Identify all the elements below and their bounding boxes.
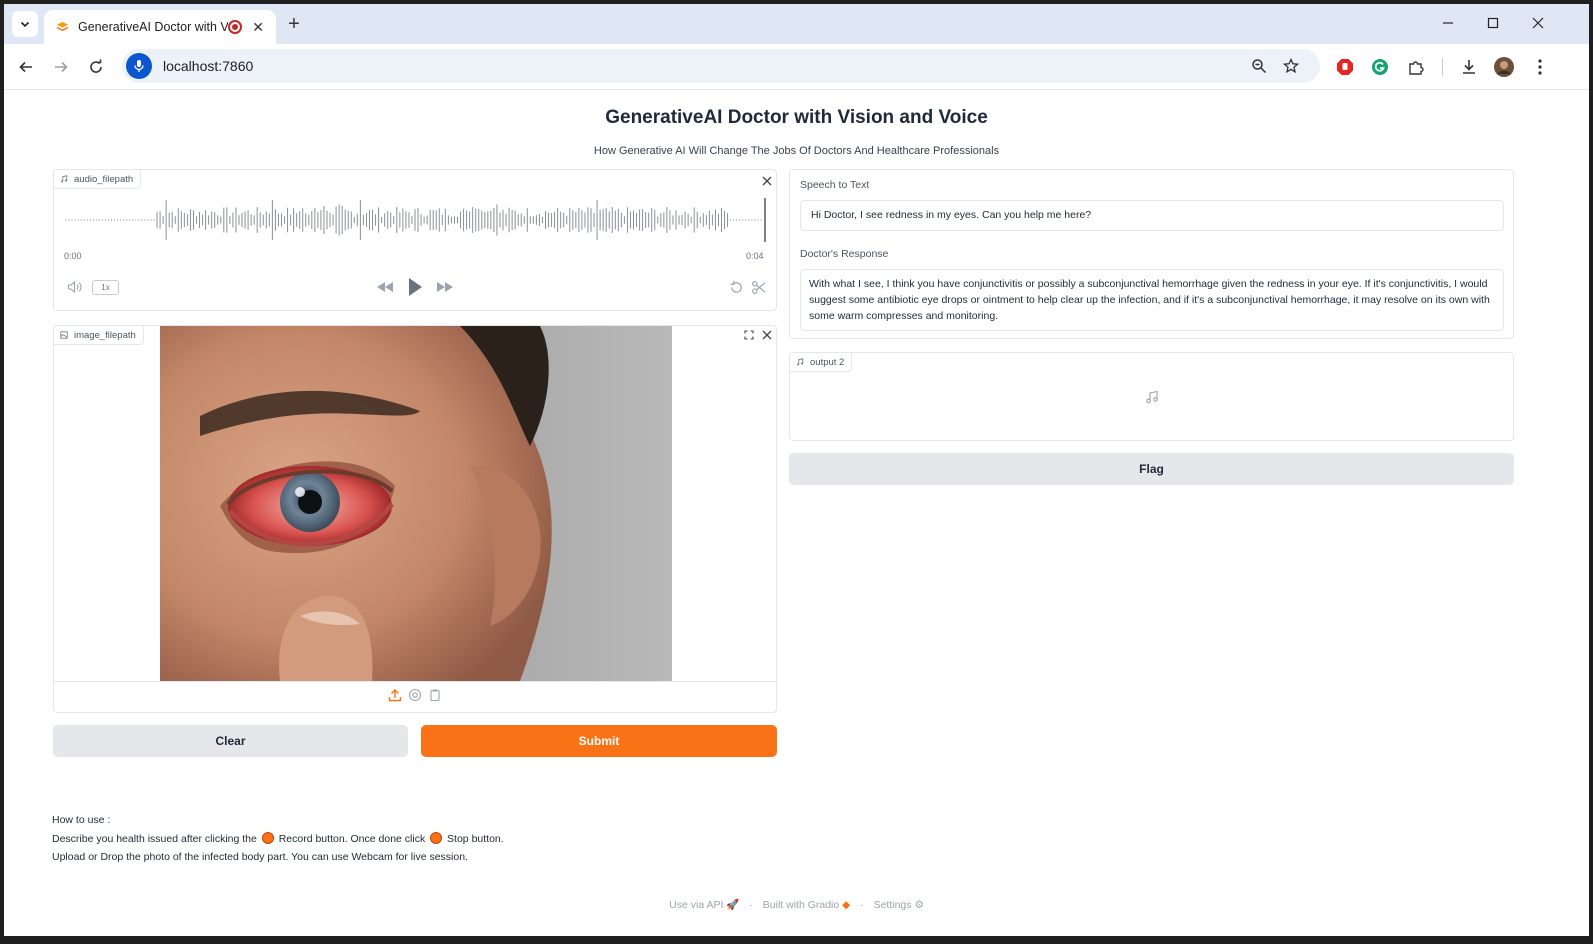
rewind-button[interactable] xyxy=(374,278,396,296)
zoom-icon[interactable] xyxy=(1250,57,1268,75)
how-to-line-1: Describe you health issued after clickin… xyxy=(52,831,504,845)
reload-button[interactable] xyxy=(82,53,110,81)
flag-button[interactable]: Flag xyxy=(789,453,1514,485)
uploaded-eye-photo xyxy=(160,326,672,681)
close-window-button[interactable] xyxy=(1516,10,1560,36)
how-to-heading: How to use : xyxy=(52,814,111,826)
audio-input-block: audio_filepath 0:00 0:04 1x xyxy=(53,169,777,311)
url-text[interactable]: localhost:7860 xyxy=(163,58,253,74)
close-icon xyxy=(762,330,772,340)
arrow-right-icon xyxy=(55,61,68,73)
music-note-icon xyxy=(61,175,68,183)
audio-time-end: 0:04 xyxy=(746,251,764,261)
image-input-block: image_filepath xyxy=(53,325,777,713)
footer-separator: · xyxy=(860,899,864,911)
toolbar-divider xyxy=(1442,58,1443,76)
clipboard-icon[interactable] xyxy=(428,688,442,707)
browser-window: GenerativeAI Doctor with Vi ✕ + localhos… xyxy=(4,4,1589,936)
page-subtitle: How Generative AI Will Change The Jobs O… xyxy=(593,145,1000,157)
trim-audio-button[interactable] xyxy=(749,278,767,296)
back-button[interactable] xyxy=(12,53,40,81)
downloads-icon[interactable] xyxy=(1458,56,1480,78)
image-clear-button[interactable] xyxy=(759,327,775,343)
microphone-icon[interactable] xyxy=(126,53,152,79)
minimize-button[interactable] xyxy=(1426,10,1470,36)
tab-search-button[interactable] xyxy=(12,11,38,37)
settings-link[interactable]: Settings xyxy=(874,899,912,911)
more-menu-icon[interactable] xyxy=(1529,56,1551,78)
stop-dot-icon xyxy=(430,831,443,844)
built-with-gradio-link[interactable]: Built with Gradio xyxy=(763,899,839,911)
chevron-down-icon xyxy=(20,21,30,28)
audio-clear-button[interactable] xyxy=(759,173,775,189)
audio-output-label: output 2 xyxy=(789,352,853,372)
close-icon xyxy=(1532,17,1544,29)
tab-title: GenerativeAI Doctor with Vi xyxy=(78,20,229,34)
scissors-icon xyxy=(751,280,765,294)
profile-avatar[interactable] xyxy=(1493,56,1515,78)
fast-forward-icon xyxy=(437,282,453,292)
audio-waveform[interactable] xyxy=(64,198,766,242)
record-dot-icon xyxy=(261,831,274,844)
doctors-response-label: Doctor's Response xyxy=(800,248,889,260)
fullscreen-button[interactable] xyxy=(741,327,757,343)
fullscreen-icon xyxy=(744,330,754,340)
new-tab-button[interactable]: + xyxy=(282,12,306,36)
speech-to-text-label: Speech to Text xyxy=(800,179,870,191)
music-note-icon xyxy=(797,358,804,366)
reload-icon xyxy=(90,59,102,73)
arrow-left-icon xyxy=(19,61,32,73)
gradio-favicon-icon xyxy=(56,21,69,31)
page-title: GenerativeAI Doctor with Vision and Voic… xyxy=(605,107,988,128)
rewind-icon xyxy=(377,282,393,292)
volume-icon xyxy=(67,280,82,294)
gradio-logo-icon: ◆ xyxy=(842,899,851,911)
audio-input-label: audio_filepath xyxy=(53,169,142,189)
gradio-app: GenerativeAI Doctor with Vision and Voic… xyxy=(4,91,1589,936)
tab-bar: GenerativeAI Doctor with Vi ✕ + xyxy=(4,4,1589,44)
rocket-icon: 🚀 xyxy=(726,899,740,911)
footer: Use via API 🚀 · Built with Gradio ◆ · Se… xyxy=(4,898,1589,911)
maximize-icon xyxy=(1487,17,1499,29)
clear-button[interactable]: Clear xyxy=(53,725,408,757)
fast-forward-button[interactable] xyxy=(434,278,456,296)
recording-indicator-icon xyxy=(228,20,243,34)
tab-close-icon[interactable]: ✕ xyxy=(252,19,264,36)
gear-icon: ⚙ xyxy=(914,899,924,911)
reset-audio-button[interactable] xyxy=(727,278,745,296)
audio-output-block: output 2 xyxy=(789,352,1514,441)
audio-time-start: 0:00 xyxy=(64,251,82,261)
how-to-use-section: How to use : Describe you health issued … xyxy=(52,811,504,867)
speech-to-text-field[interactable]: Hi Doctor, I see redness in my eyes. Can… xyxy=(800,200,1504,231)
volume-button[interactable] xyxy=(66,278,84,296)
music-placeholder-icon xyxy=(1145,390,1159,409)
playback-speed-button[interactable]: 1x xyxy=(92,280,119,295)
image-input-label: image_filepath xyxy=(53,325,144,345)
address-bar[interactable]: localhost:7860 xyxy=(122,49,1320,83)
undo-icon xyxy=(729,280,742,293)
image-source-toolbar xyxy=(54,681,776,713)
upload-icon[interactable] xyxy=(388,688,402,707)
play-icon xyxy=(409,278,422,296)
text-outputs-block: Speech to Text Hi Doctor, I see redness … xyxy=(789,169,1514,339)
use-via-api-link[interactable]: Use via API xyxy=(669,899,723,911)
extensions-puzzle-icon[interactable] xyxy=(1405,56,1427,78)
minimize-icon xyxy=(1443,22,1453,24)
doctors-response-field[interactable]: With what I see, I think you have conjun… xyxy=(800,269,1504,331)
play-button[interactable] xyxy=(404,275,426,299)
grammarly-extension-icon[interactable] xyxy=(1369,56,1391,78)
browser-toolbar: localhost:7860 xyxy=(4,44,1589,90)
forward-button[interactable] xyxy=(47,53,75,81)
footer-separator: · xyxy=(749,899,753,911)
maximize-button[interactable] xyxy=(1471,10,1515,36)
submit-button[interactable]: Submit xyxy=(421,725,777,757)
image-icon xyxy=(60,331,68,339)
close-icon xyxy=(762,176,772,186)
webcam-icon[interactable] xyxy=(408,688,422,707)
how-to-line-2: Upload or Drop the photo of the infected… xyxy=(52,851,468,863)
bookmark-star-icon[interactable] xyxy=(1282,57,1300,75)
browser-tab-active[interactable]: GenerativeAI Doctor with Vi ✕ xyxy=(44,10,276,44)
adblock-extension-icon[interactable] xyxy=(1334,56,1356,78)
